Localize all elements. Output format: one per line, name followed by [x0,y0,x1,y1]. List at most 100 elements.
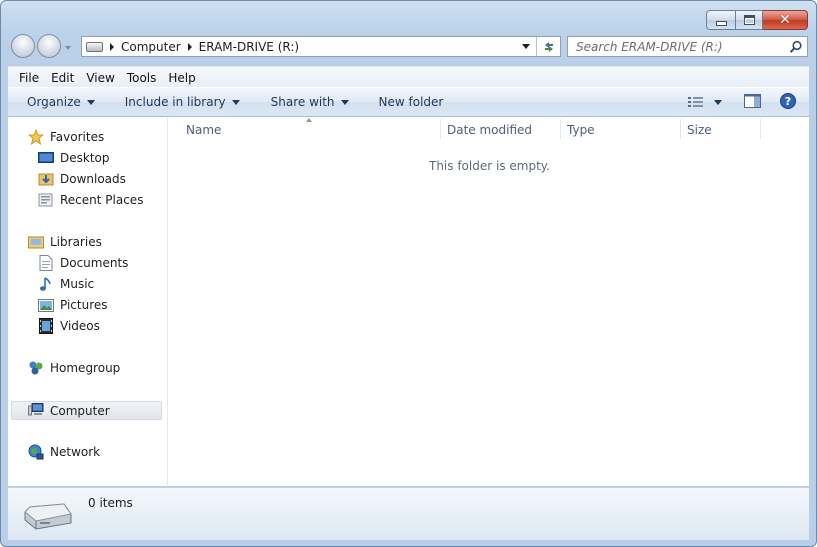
address-bar[interactable]: Computer ERAM-DRIVE (R:) [81,36,561,57]
menu-file[interactable]: File [8,71,45,85]
minimize-button[interactable] [706,10,736,30]
breadcrumb-computer[interactable]: Computer [121,40,181,54]
menu-tools[interactable]: Tools [121,71,163,85]
column-header-type[interactable]: Type [567,117,595,143]
close-icon: ✕ [779,12,791,28]
downloads-folder-icon [38,171,54,187]
chevron-down-icon [340,100,349,105]
column-header-date-modified[interactable]: Date modified [447,117,532,143]
nav-desktop[interactable]: Desktop [38,150,110,166]
column-header-size[interactable]: Size [687,117,712,143]
change-view-button[interactable] [688,96,722,108]
computer-icon [28,403,44,419]
chevron-down-icon [86,100,95,105]
nav-music[interactable]: Music [38,276,94,292]
refresh-button[interactable] [537,37,560,56]
nav-desktop-label: Desktop [60,151,110,165]
new-folder-button[interactable]: New folder [379,95,444,109]
column-divider[interactable] [760,119,761,139]
nav-downloads-label: Downloads [60,172,126,186]
chevron-down-icon [231,100,240,105]
videos-icon [38,318,54,334]
nav-music-label: Music [60,277,95,291]
minimize-icon [715,20,727,26]
column-divider[interactable] [560,119,561,139]
chevron-down-icon [714,99,722,105]
share-with-button[interactable]: Share with [271,95,349,109]
homegroup-icon [28,360,44,376]
recent-pages-dropdown-icon[interactable] [65,46,71,50]
breadcrumb-separator-icon[interactable] [187,42,192,51]
address-dropdown-icon[interactable] [522,44,530,49]
maximize-icon [743,15,755,25]
item-count: 0 items [88,496,133,510]
column-header-name[interactable]: Name [186,117,221,143]
close-button[interactable]: ✕ [763,10,808,30]
column-date-modified-label: Date modified [447,123,533,137]
music-icon [38,276,54,292]
caption-buttons: ✕ [706,10,808,30]
menu-view[interactable]: View [80,71,120,85]
help-icon: ? [780,92,796,109]
drive-icon [86,41,103,52]
pictures-icon [38,297,54,313]
nav-documents-label: Documents [60,256,129,270]
back-button[interactable] [11,34,35,58]
nav-documents[interactable]: Documents [38,255,128,271]
libraries-icon [28,234,44,250]
nav-downloads[interactable]: Downloads [38,171,126,187]
nav-favorites-label: Favorites [50,130,105,144]
drive-large-icon [24,503,72,534]
file-list[interactable]: Name Date modified Type Size This folder… [168,117,809,486]
nav-network-label: Network [50,445,101,459]
column-name-label: Name [186,123,222,137]
nav-videos[interactable]: Videos [38,318,100,334]
details-view-icon [688,97,703,107]
history-buttons [11,34,71,58]
desktop-icon [38,150,54,166]
documents-icon [38,255,54,271]
nav-homegroup[interactable]: Homegroup [28,360,120,376]
nav-computer-label: Computer [50,403,110,418]
star-icon [28,129,44,145]
nav-network[interactable]: Network [28,444,100,460]
preview-pane-icon [744,93,761,108]
maximize-button[interactable] [736,10,763,30]
include-in-library-label: Include in library [124,95,226,109]
svg-text:?: ? [785,95,791,108]
column-divider[interactable] [680,119,681,139]
nav-videos-label: Videos [60,319,100,333]
empty-folder-message: This folder is empty. [429,159,550,173]
command-bar-right: ? [688,88,809,116]
breadcrumb-separator-icon[interactable] [110,42,114,51]
breadcrumb-current-drive[interactable]: ERAM-DRIVE (R:) [199,40,299,54]
menu-edit[interactable]: Edit [45,71,80,85]
nav-libraries[interactable]: Libraries [28,234,102,250]
nav-recent-places[interactable]: Recent Places [38,192,143,208]
column-divider[interactable] [440,119,441,139]
command-bar: Organize Include in library Share with N… [8,87,809,117]
recent-places-icon [38,192,54,208]
sort-ascending-icon [306,118,312,122]
forward-button[interactable] [37,34,61,58]
search-input[interactable] [568,38,783,55]
nav-favorites[interactable]: Favorites [28,129,104,145]
preview-pane-button[interactable] [744,93,761,111]
include-in-library-button[interactable]: Include in library [125,95,240,109]
menu-help[interactable]: Help [162,71,201,85]
organize-label: Organize [27,95,81,109]
search-box[interactable] [567,36,808,57]
organize-button[interactable]: Organize [27,95,95,109]
refresh-icon [544,41,553,52]
explorer-window: ✕ Computer ERAM-DRIVE (R:) File E [0,0,817,547]
search-icon[interactable] [789,40,803,54]
nav-computer[interactable]: Computer [11,401,162,420]
network-icon [28,444,44,460]
nav-pictures-label: Pictures [60,298,108,312]
column-type-label: Type [567,123,595,137]
column-size-label: Size [687,123,712,137]
new-folder-label: New folder [378,95,444,109]
nav-pictures[interactable]: Pictures [38,297,108,313]
nav-recent-places-label: Recent Places [60,193,144,207]
help-button[interactable]: ? [780,92,796,112]
